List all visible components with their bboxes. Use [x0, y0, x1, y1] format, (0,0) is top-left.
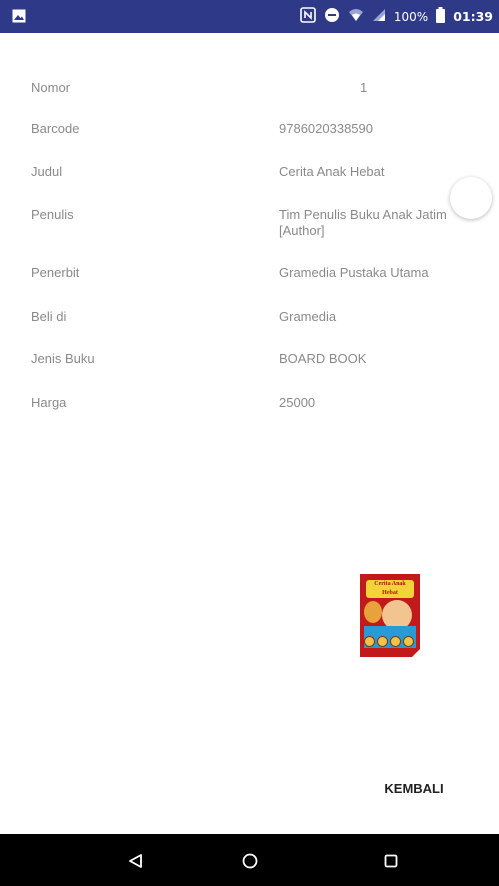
nfc-icon	[300, 7, 316, 26]
detail-value: Tim Penulis Buku Anak Jatim [Author]	[279, 207, 447, 238]
floating-circle-button[interactable]	[450, 177, 492, 219]
navigation-bar	[0, 834, 499, 886]
detail-label: Nomor	[31, 80, 71, 95]
detail-value: Gramedia	[279, 309, 337, 324]
kembali-button[interactable]: KEMBALI	[370, 776, 458, 800]
home-circle-icon[interactable]	[237, 848, 263, 874]
do-not-disturb-icon	[324, 7, 340, 26]
wifi-icon	[348, 8, 364, 25]
status-icons: 100% 01:39	[300, 0, 493, 33]
image-icon	[12, 8, 26, 27]
detail-value: Gramedia Pustaka Utama	[279, 265, 429, 280]
detail-label: Barcode	[31, 121, 80, 136]
detail-label: Penerbit	[31, 265, 80, 280]
detail-label: Beli di	[31, 309, 67, 324]
detail-value: Cerita Anak Hebat	[279, 164, 385, 179]
detail-value: 1	[360, 80, 368, 95]
detail-label: Penulis	[31, 207, 74, 222]
book-cover-title: Cerita Anak Hebat	[366, 580, 414, 598]
status-time: 01:39	[453, 9, 493, 24]
detail-label: Jenis Buku	[31, 351, 95, 366]
battery-percent: 100%	[393, 9, 429, 24]
back-triangle-icon[interactable]	[123, 848, 149, 874]
book-cover-image: Cerita Anak Hebat	[360, 574, 420, 657]
recent-square-icon[interactable]	[378, 848, 404, 874]
detail-value: 25000	[279, 395, 316, 410]
detail-value: BOARD BOOK	[279, 351, 367, 366]
detail-value: 9786020338590	[279, 121, 373, 136]
detail-label: Judul	[31, 164, 63, 179]
detail-label: Harga	[31, 395, 67, 410]
battery-icon	[436, 7, 446, 26]
signal-icon	[372, 8, 386, 25]
status-bar: 100% 01:39	[0, 0, 499, 33]
